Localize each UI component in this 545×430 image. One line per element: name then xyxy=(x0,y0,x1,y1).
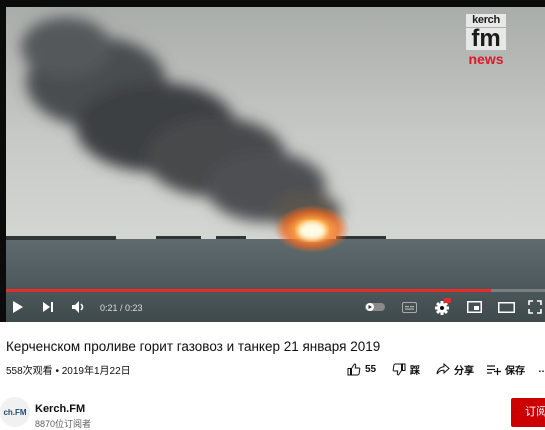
miniplayer-icon xyxy=(466,301,482,313)
save-button[interactable]: 保存 xyxy=(487,361,525,377)
more-actions-button[interactable]: … xyxy=(538,361,545,377)
fire-glow xyxy=(274,205,350,253)
kerchfm-watermark: kerch fm news xyxy=(466,14,506,67)
channel-avatar[interactable]: ch.FM xyxy=(0,397,30,427)
autoplay-toggle-icon xyxy=(365,303,385,311)
volume-button[interactable] xyxy=(70,297,88,317)
like-count: 55 xyxy=(365,363,377,375)
video-frame[interactable] xyxy=(6,7,545,322)
video-scene xyxy=(6,7,545,322)
next-icon xyxy=(43,302,53,312)
play-button[interactable] xyxy=(10,297,26,317)
more-label: … xyxy=(538,364,545,375)
next-button[interactable] xyxy=(40,297,56,317)
watermark-line3: news xyxy=(468,51,504,67)
subscribe-button[interactable]: 订阅 xyxy=(511,398,545,427)
autoplay-toggle[interactable] xyxy=(364,297,386,317)
theater-icon xyxy=(497,301,515,313)
video-player[interactable]: kerch fm news 0:21 / 0:23 xyxy=(0,0,545,322)
volume-icon xyxy=(72,301,84,313)
fullscreen-icon xyxy=(528,300,542,314)
settings-button[interactable] xyxy=(431,297,453,317)
fullscreen-button[interactable] xyxy=(527,297,543,317)
player-controls: 0:21 / 0:23 xyxy=(6,294,545,320)
channel-name[interactable]: Kerch.FM xyxy=(35,403,85,415)
view-count-date: 558次观看 • 2019年1月22日 xyxy=(6,366,131,377)
time-display: 0:21 / 0:23 xyxy=(100,303,143,313)
dislike-button[interactable]: 踩 xyxy=(392,361,420,377)
progress-played xyxy=(6,289,492,292)
miniplayer-button[interactable] xyxy=(465,297,483,317)
share-label: 分享 xyxy=(454,365,474,377)
play-icon xyxy=(13,301,23,313)
video-title: Керченском проливе горит газовоз и танке… xyxy=(6,339,381,354)
theater-mode-button[interactable] xyxy=(496,297,516,317)
avatar-text: ch.FM xyxy=(3,407,27,417)
dislike-icon xyxy=(392,363,406,376)
dislike-label: 踩 xyxy=(410,365,420,377)
settings-icon xyxy=(435,298,451,315)
watermark-line2: fm xyxy=(466,27,506,51)
save-label: 保存 xyxy=(505,365,525,377)
subtitles-icon xyxy=(401,301,417,313)
like-button[interactable]: 55 xyxy=(347,361,376,377)
subtitles-button[interactable] xyxy=(400,297,418,317)
share-icon xyxy=(436,363,450,375)
progress-bar[interactable] xyxy=(6,289,545,292)
subscriber-count: 8870位订阅者 xyxy=(35,419,92,429)
share-button[interactable]: 分享 xyxy=(436,361,474,377)
like-icon xyxy=(347,362,361,375)
save-icon xyxy=(487,364,501,375)
